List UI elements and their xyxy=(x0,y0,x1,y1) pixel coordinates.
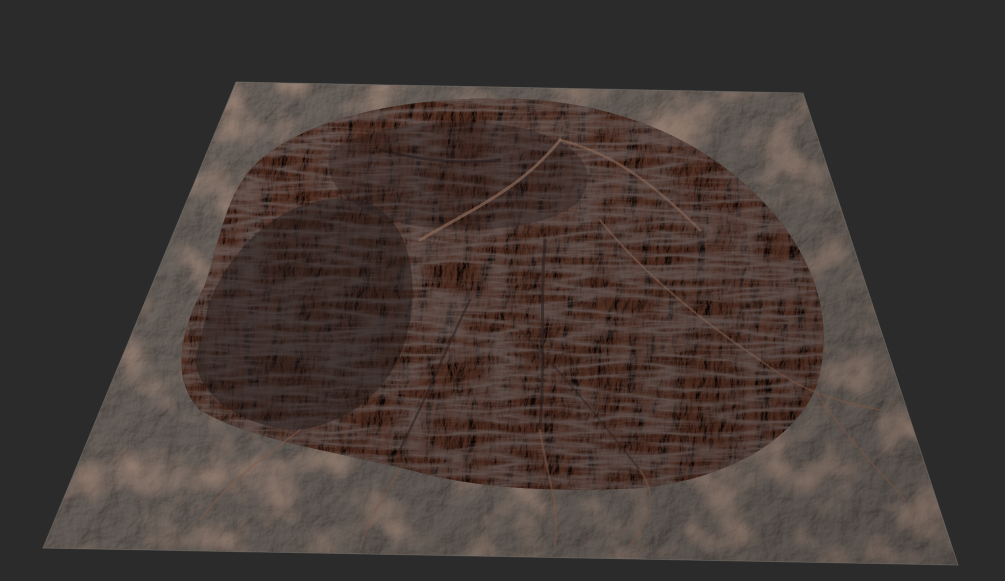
render-viewport xyxy=(0,0,1005,581)
terrain-mesh-render xyxy=(0,0,1005,581)
